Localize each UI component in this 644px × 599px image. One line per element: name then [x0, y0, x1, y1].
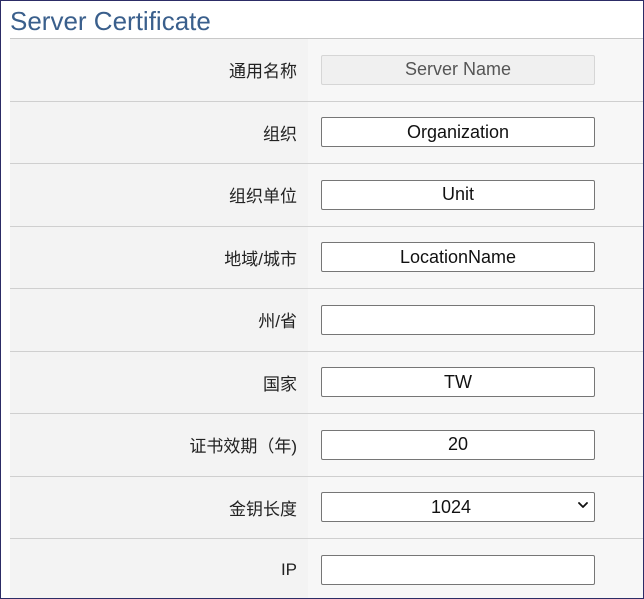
locality-input[interactable]: LocationName — [321, 242, 595, 273]
common-name-label: 通用名称 — [229, 62, 297, 82]
row-organization: 组织 Organization — [10, 101, 643, 164]
page-title: Server Certificate — [10, 6, 211, 36]
validity-label: 证书效期（年) — [189, 437, 297, 457]
validity-years-input[interactable]: 20 — [321, 429, 595, 460]
ip-label: IP — [280, 559, 297, 579]
row-common-name: 通用名称 Server Name — [10, 39, 643, 102]
locality-label: 地域/城市 — [224, 249, 297, 269]
server-certificate-panel: Server Certificate 通用名称 Server Name 组织 O… — [0, 0, 644, 599]
state-input[interactable] — [321, 304, 595, 335]
common-name-field: Server Name — [321, 54, 595, 85]
country-input[interactable]: TW — [321, 367, 595, 398]
chevron-down-icon[interactable] — [578, 500, 588, 510]
certificate-form: 通用名称 Server Name 组织 Organization 组织单位 Un… — [10, 39, 643, 598]
row-key-length: 金钥长度 1024 — [10, 476, 643, 539]
key-length-label: 金钥长度 — [229, 499, 297, 519]
row-country: 国家 TW — [10, 351, 643, 414]
row-ip: IP — [10, 539, 643, 598]
key-length-value: 1024 — [430, 496, 472, 517]
row-validity: 证书效期（年) 20 — [10, 414, 643, 477]
ip-input[interactable] — [321, 554, 595, 585]
organization-label: 组织 — [263, 124, 297, 144]
unit-input[interactable]: Unit — [321, 179, 595, 210]
unit-label: 组织单位 — [229, 187, 297, 207]
row-state: 州/省 — [10, 289, 643, 352]
state-label: 州/省 — [258, 312, 297, 332]
country-label: 国家 — [263, 374, 297, 394]
row-unit: 组织单位 Unit — [10, 164, 643, 227]
row-locality: 地域/城市 LocationName — [10, 226, 643, 289]
organization-input[interactable]: Organization — [321, 117, 595, 148]
key-length-select[interactable]: 1024 — [321, 492, 595, 523]
